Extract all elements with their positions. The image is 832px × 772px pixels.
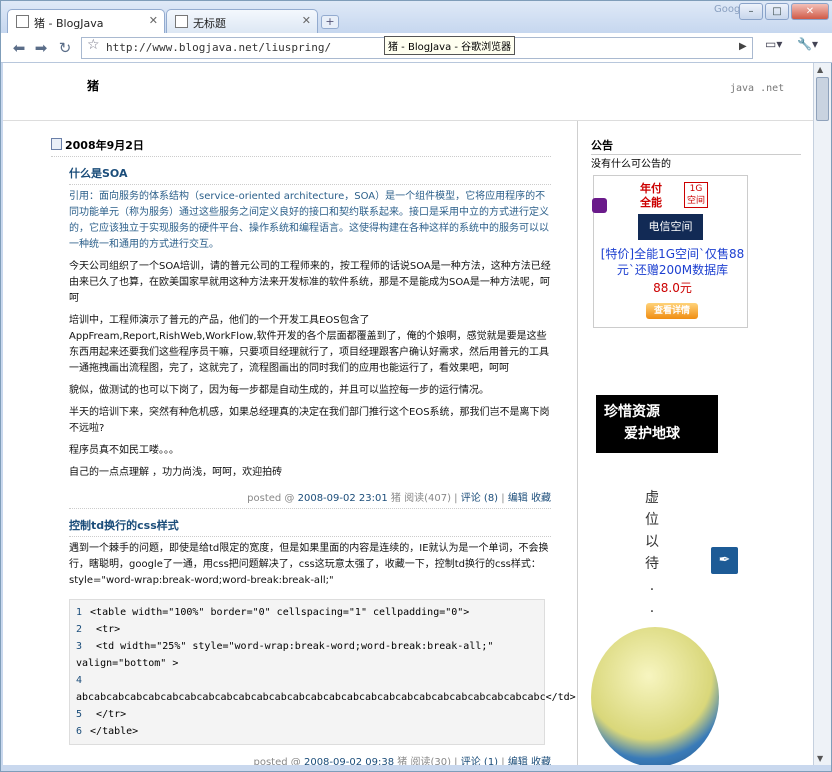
ad-price: 88.0元 [653, 281, 692, 295]
edit-link[interactable]: 编辑 [508, 493, 528, 504]
code-line: 5 </tr> [76, 709, 127, 720]
go-arrow-icon[interactable]: ▶ [739, 41, 747, 52]
code-line: 2 <tr> [76, 624, 121, 635]
comments-link[interactable]: 评论 (8) [461, 493, 498, 504]
ad-tag: 年付 全能 [640, 182, 662, 209]
post-time-link[interactable]: 2008-09-02 23:01 [298, 493, 388, 504]
feather-icon[interactable]: ✒ [711, 547, 738, 574]
favorite-link[interactable]: 收藏 [531, 757, 551, 765]
post-body: 遇到一个棘手的问题，即使是给td限定的宽度，但是如果里面的内容是连续的，IE就认… [69, 541, 551, 589]
site-subtitle: java .net [730, 83, 785, 94]
comments-link[interactable]: 评论 (1) [461, 757, 498, 765]
ad-box: 电信空间 [638, 214, 703, 240]
post-paragraph: 半天的培训下来，突然有种危机感，如果总经理真的决定在我们部门推行这个EOS系统，… [69, 407, 550, 434]
tab-blogjava[interactable]: 猪 - BlogJava ✕ [7, 9, 165, 33]
edit-link[interactable]: 编辑 [508, 757, 528, 765]
apple-earth-image [591, 627, 719, 765]
forward-button[interactable]: ➡ [31, 38, 51, 58]
post-reads: 阅读(30) [410, 757, 451, 765]
site-header: 猪 java .net [3, 63, 813, 121]
browser-window: 猪 - BlogJava ✕ 无标题 ✕ + Google – □ ✕ ⬅ ➡ … [0, 0, 832, 772]
post-title[interactable]: 什么是SOA [69, 165, 551, 185]
sidebar-divider [577, 121, 578, 765]
tab-title: 猪 - BlogJava [34, 17, 104, 30]
post-paragraph: 培训中，工程师演示了普元的产品，他们的一个开发工具EOS包含了AppFream,… [69, 315, 549, 374]
hosting-ad[interactable]: 年付 全能 1G 空间 电信空间 [特价]全能1G空间`仅售88元`还赠200M数… [592, 175, 748, 328]
post-paragraph: 自己的一点点理解 ，功力尚浅，呵呵，欢迎拍砖 [69, 467, 283, 478]
reload-button[interactable]: ↻ [55, 38, 75, 58]
code-line: 4 abcabcabcabcabcabcabcabcabcabcabcabcab… [76, 675, 576, 703]
site-title[interactable]: 猪 [87, 77, 99, 94]
tab-untitled[interactable]: 无标题 ✕ [166, 9, 318, 33]
ad-badge: 1G 空间 [684, 182, 708, 208]
vacancy-text: 虚 位 以 待 . . . [645, 490, 659, 638]
close-window-button[interactable]: ✕ [791, 3, 829, 20]
page-menu-icon[interactable]: ▭▾ [765, 37, 782, 51]
main-content: 2008年9月2日 什么是SOA 引用：面向服务的体系结构（service-or… [51, 137, 576, 765]
posted-label: posted @ [247, 493, 295, 504]
post-author: 猪 [397, 757, 408, 765]
wrench-menu-icon[interactable]: 🔧▾ [797, 37, 818, 51]
post-paragraph: 遇到一个棘手的问题，即使是给td限定的宽度，但是如果里面的内容是连续的，IE就认… [69, 543, 549, 586]
ad-details-button[interactable]: 查看详情 [646, 303, 698, 319]
code-block: 1 <table width="100%" border="0" cellspac… [69, 599, 576, 745]
post-body: 引用：面向服务的体系结构（service-oriented architectu… [69, 189, 551, 481]
close-tab-icon[interactable]: ✕ [149, 14, 158, 27]
code-line: 3 <td width="25%" style="word-wrap:break… [76, 641, 494, 669]
page-icon [16, 15, 29, 28]
sidebar: 公告 没有什么可公告的 年付 全能 1G 空间 电信空间 [特价]全能1G空间`仅… [591, 137, 801, 765]
announcement-text: 没有什么可公告的 [591, 159, 671, 170]
posted-label: posted @ [253, 757, 301, 765]
post-paragraph: 今天公司组织了一个SOA培训，请的普元公司的工程师来的，按工程师的话说SOA是一… [69, 261, 551, 304]
code-line: 1 <table width="100%" border="0" cellspac… [76, 607, 470, 618]
post-time-link[interactable]: 2008-09-02 09:38 [304, 757, 394, 765]
scroll-up-icon[interactable]: ▲ [817, 65, 823, 74]
page-icon [175, 15, 188, 28]
post-quote: 引用：面向服务的体系结构（service-oriented architectu… [69, 191, 549, 250]
favorite-link[interactable]: 收藏 [531, 493, 551, 504]
announcement-heading: 公告 [591, 137, 801, 155]
window-controls: – □ ✕ [739, 3, 829, 20]
vertical-scrollbar[interactable]: ▲ ▼ [813, 63, 831, 765]
minimize-button[interactable]: – [739, 3, 763, 20]
post-reads: 阅读(407) [404, 493, 451, 504]
ad-link[interactable]: [特价]全能1G空间`仅售88元`还赠200M数据库 [600, 246, 745, 278]
tab-bar: 猪 - BlogJava ✕ 无标题 ✕ + Google – □ ✕ [1, 1, 832, 33]
post-title[interactable]: 控制td换行的css样式 [69, 517, 551, 537]
post-date: 2008年9月2日 [51, 137, 551, 157]
post-footer: posted @ 2008-09-02 23:01 猪 阅读(407) | 评论… [69, 487, 551, 509]
scroll-thumb[interactable] [816, 77, 829, 121]
page-viewport: 猪 java .net 2008年9月2日 什么是SOA 引用：面向服务的体系结… [3, 63, 813, 765]
tab-title: 无标题 [193, 17, 226, 30]
close-tab-icon[interactable]: ✕ [302, 14, 311, 27]
new-tab-button[interactable]: + [321, 15, 339, 29]
code-line: 6 </table> [76, 726, 139, 737]
post-footer: posted @ 2008-09-02 09:38 猪 阅读(30) | 评论 … [69, 751, 552, 765]
earth-banner[interactable]: 珍惜资源 爱护地球 [596, 395, 718, 453]
maximize-button[interactable]: □ [765, 3, 789, 20]
post-paragraph: 程序员真不如民工喽。。。 [69, 445, 179, 456]
back-button[interactable]: ⬅ [9, 38, 29, 58]
post-paragraph: 貌似，做测试的也可以下岗了，因为每一步都是自动生成的，并且可以监控每一步的运行情… [69, 385, 489, 396]
ad-logo-icon [592, 198, 607, 213]
post-author: 猪 [390, 493, 401, 504]
tooltip: 猪 - BlogJava - 谷歌浏览器 [384, 36, 516, 55]
bookmark-star-icon[interactable]: ☆ [87, 37, 100, 53]
scroll-down-icon[interactable]: ▼ [817, 754, 823, 763]
